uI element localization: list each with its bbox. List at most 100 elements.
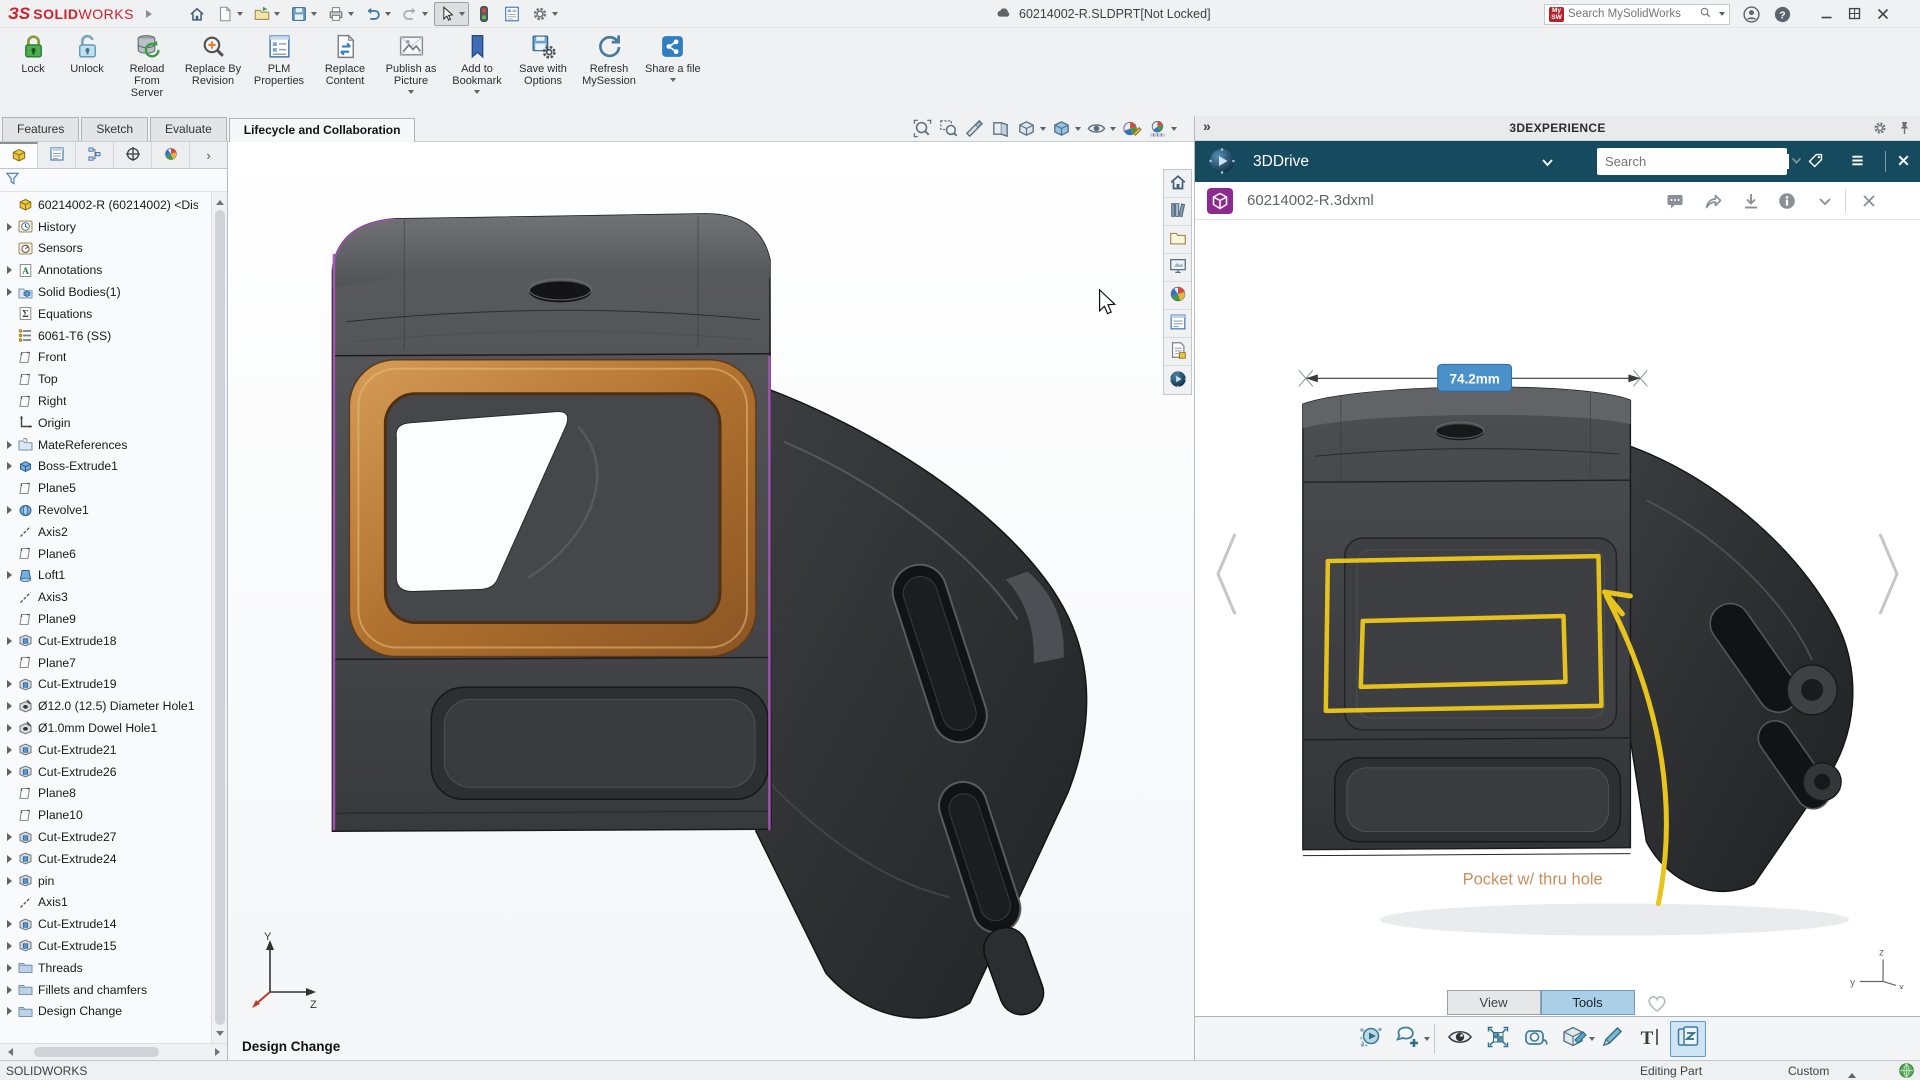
scroll-up-button[interactable] xyxy=(212,192,227,208)
search-scope-caret-icon[interactable] xyxy=(1719,12,1725,19)
replace-content-button[interactable]: Replace Content xyxy=(312,30,378,89)
tree-item-cut-extrude15[interactable]: Cut-Extrude15 xyxy=(0,935,211,957)
print-button[interactable] xyxy=(323,2,358,26)
tag-icon[interactable] xyxy=(1807,152,1824,169)
expand-arrow-icon[interactable] xyxy=(5,637,18,645)
help-icon[interactable]: ? xyxy=(1773,5,1792,24)
refresh-mysession-button[interactable]: Refresh MySession xyxy=(576,30,642,89)
dropdown-caret-icon[interactable] xyxy=(1171,127,1177,134)
panel-pin-icon[interactable] xyxy=(1896,120,1912,136)
part-3d-model[interactable] xyxy=(228,142,1194,1060)
unlock-button[interactable]: Unlock xyxy=(60,30,114,77)
scroll-right-button[interactable] xyxy=(211,1044,227,1060)
zoom-fit-button[interactable] xyxy=(1480,1021,1516,1057)
taskpane-home-button[interactable] xyxy=(1164,170,1191,198)
user-account-icon[interactable] xyxy=(1742,5,1761,24)
tree-item-axis3[interactable]: Axis3 xyxy=(0,586,211,608)
tree-item-equations[interactable]: ΣEquations xyxy=(0,303,211,325)
expand-arrow-icon[interactable] xyxy=(5,964,18,972)
zoom-to-fit-button[interactable] xyxy=(911,118,934,139)
tree-filter-row[interactable] xyxy=(0,169,227,192)
tree-item-origin[interactable]: Origin xyxy=(0,412,211,434)
comments-button[interactable] xyxy=(1665,191,1685,211)
save-button[interactable] xyxy=(286,2,321,26)
tree-item-cut-extrude26[interactable]: Cut-Extrude26 xyxy=(0,761,211,783)
dropdown-caret-icon[interactable] xyxy=(385,12,391,19)
panel-collapse-icon[interactable]: » xyxy=(1203,118,1211,134)
expand-arrow-icon[interactable] xyxy=(5,768,18,776)
tree-item-plane6[interactable]: Plane6 xyxy=(0,543,211,565)
previous-slide-chevron[interactable] xyxy=(1209,528,1243,620)
expand-arrow-icon[interactable] xyxy=(5,855,18,863)
zoom-to-area-button[interactable] xyxy=(937,118,960,139)
graphics-viewport[interactable]: Y Z Design Change xyxy=(228,142,1194,1060)
featuremanager-tab[interactable] xyxy=(0,142,38,168)
add-comment-button[interactable] xyxy=(1391,1021,1427,1057)
tree-item-history[interactable]: History xyxy=(0,216,211,238)
taskpane-appearances-button[interactable] xyxy=(1164,282,1191,310)
mysolidworks-search[interactable]: MySW xyxy=(1544,4,1730,25)
dimxpertmanager-tab[interactable] xyxy=(114,142,152,168)
plm-properties-button[interactable]: PLM Properties xyxy=(246,30,312,89)
tree-root-item[interactable]: 60214002-R (60214002) <Display Sta xyxy=(0,194,211,216)
reload-from-server-button[interactable]: Reload From Server xyxy=(114,30,180,101)
previous-view-button[interactable] xyxy=(989,118,1012,139)
tree-item-cut-extrude18[interactable]: Cut-Extrude18 xyxy=(0,630,211,652)
tree-item-top[interactable]: Top xyxy=(0,368,211,390)
dropdown-caret-icon[interactable] xyxy=(311,12,317,19)
tab-lifecycle-and-collaboration[interactable]: Lifecycle and Collaboration xyxy=(229,118,416,142)
expand-arrow-icon[interactable] xyxy=(5,833,18,841)
expand-arrow-icon[interactable] xyxy=(5,1007,18,1015)
mysolidworks-search-input[interactable] xyxy=(1568,8,1695,20)
dropdown-caret-icon[interactable] xyxy=(408,90,414,97)
file-name[interactable]: 60214002-R.3dxml xyxy=(1247,182,1374,220)
tree-item-pin[interactable]: pin xyxy=(0,870,211,892)
tab-tools[interactable]: Tools xyxy=(1541,990,1635,1015)
view-orientation-button[interactable] xyxy=(1015,118,1047,139)
edit-appearance-button[interactable] xyxy=(1120,118,1143,139)
add-to-bookmark-button[interactable]: Add to Bookmark xyxy=(444,30,510,99)
slideshow-button[interactable] xyxy=(1670,1021,1706,1057)
select-button[interactable] xyxy=(434,2,469,26)
share-button[interactable] xyxy=(1703,191,1723,211)
tree-item-cut-extrude27[interactable]: Cut-Extrude27 xyxy=(0,826,211,848)
connection-globe-icon[interactable] xyxy=(1898,1062,1915,1079)
tree-horizontal-scrollbar[interactable] xyxy=(0,1043,227,1060)
scroll-left-button[interactable] xyxy=(0,1044,16,1060)
dropdown-caret-icon[interactable] xyxy=(552,12,558,19)
manager-tabs-expand-button[interactable]: › xyxy=(190,142,227,168)
text-button[interactable]: T xyxy=(1632,1021,1668,1057)
tree-item-cut-extrude21[interactable]: Cut-Extrude21 xyxy=(0,739,211,761)
display-style-button[interactable] xyxy=(1050,118,1082,139)
tree-item-cut-extrude19[interactable]: Cut-Extrude19 xyxy=(0,674,211,696)
units-caret-icon[interactable] xyxy=(1848,1069,1856,1078)
tree-item-matereferences[interactable]: MateReferences xyxy=(0,434,211,456)
favorite-heart-icon[interactable] xyxy=(1645,992,1669,1014)
publish-as-picture-button[interactable]: Publish as Picture xyxy=(378,30,444,99)
tree-item-plane5[interactable]: Plane5 xyxy=(0,477,211,499)
save-with-options-button[interactable]: Save with Options xyxy=(510,30,576,89)
close-window-button[interactable] xyxy=(1874,5,1892,23)
expand-arrow-icon[interactable] xyxy=(5,462,18,470)
dropdown-caret-icon[interactable] xyxy=(422,12,428,19)
file-properties-button[interactable] xyxy=(499,2,525,26)
filter-icon[interactable] xyxy=(5,171,20,189)
info-button[interactable] xyxy=(1777,191,1797,211)
tree-item-1-0mm-dowel-hole1[interactable]: Ø1.0mm Dowel Hole1 xyxy=(0,717,211,739)
expand-arrow-icon[interactable] xyxy=(5,571,18,579)
3d-preview[interactable]: Pocket w/ thru hole 74.2mm z y x xyxy=(1195,220,1920,989)
dropdown-caret-icon[interactable] xyxy=(1040,127,1046,134)
restore-button[interactable] xyxy=(1846,5,1864,23)
expand-button[interactable] xyxy=(1815,191,1835,211)
menu-icon[interactable] xyxy=(1849,152,1866,169)
design-checker-button[interactable] xyxy=(471,2,497,26)
tab-features[interactable]: Features xyxy=(2,117,79,141)
taskpane-file-explorer-button[interactable] xyxy=(1164,226,1191,254)
tab-evaluate[interactable]: Evaluate xyxy=(150,117,227,141)
turntable-button[interactable] xyxy=(1353,1021,1389,1057)
3dcompass-icon[interactable] xyxy=(1207,146,1237,176)
redo-button[interactable] xyxy=(397,2,432,26)
3ddrive-search-input[interactable] xyxy=(1597,154,1789,169)
dropdown-caret-icon[interactable] xyxy=(670,78,676,85)
tree-item-axis1[interactable]: Axis1 xyxy=(0,892,211,914)
